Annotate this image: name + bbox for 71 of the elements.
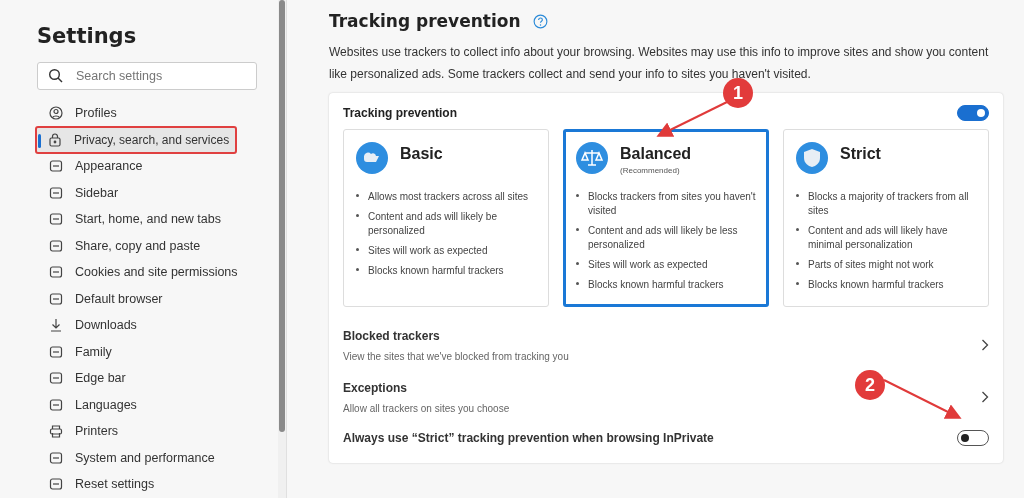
page-title: Tracking prevention bbox=[329, 11, 521, 31]
option-card[interactable]: Basic Allows most trackers across all sites Content and ads will likely be personalized Sites will work as expected Blocks known harmful trackers bbox=[343, 129, 549, 307]
bullet-icon bbox=[796, 228, 799, 231]
option-title: Strict bbox=[840, 144, 881, 164]
bullet-icon bbox=[356, 248, 359, 251]
bullet-icon bbox=[356, 214, 359, 217]
sidebar-item[interactable]: Start, home, and new tabs bbox=[37, 206, 257, 233]
chevron-icon[interactable] bbox=[981, 391, 989, 403]
option-subtitle: (Recommended) bbox=[620, 166, 681, 175]
bullet-text: Parts of sites might not work bbox=[808, 258, 934, 272]
row-title: Always use “Strict” tracking prevention when browsing InPrivate bbox=[343, 431, 714, 445]
bullet-icon bbox=[796, 194, 799, 197]
row-subtitle: View the sites that we've blocked from tracking you bbox=[343, 350, 569, 362]
search-icon bbox=[48, 68, 64, 84]
sidebar-item[interactable]: Reset settings bbox=[37, 471, 257, 498]
toggle-switch[interactable] bbox=[957, 105, 989, 121]
toggle-switch[interactable] bbox=[957, 430, 989, 446]
shield-icon bbox=[796, 142, 828, 174]
sidebar-item[interactable]: Printers bbox=[37, 418, 257, 445]
sidebar-item[interactable]: Share, copy and paste bbox=[37, 232, 257, 259]
bullet-text: Blocks a majority of trackers from all sites bbox=[808, 190, 970, 218]
bullet-icon bbox=[576, 228, 579, 231]
sidebar-item[interactable]: Privacy, search, and services bbox=[36, 126, 236, 153]
bullet-text: Blocks known harmful trackers bbox=[588, 278, 724, 292]
setting-label: Tracking prevention bbox=[343, 106, 458, 120]
printer-icon bbox=[48, 423, 64, 440]
chevron-icon[interactable] bbox=[981, 339, 989, 351]
bullet-icon bbox=[576, 262, 579, 265]
bullet-icon bbox=[796, 282, 799, 285]
bullet-text: Sites will work as expected bbox=[588, 258, 708, 272]
bullet-icon bbox=[576, 282, 579, 285]
annotation-number: 1 bbox=[723, 78, 753, 108]
sidebar-item[interactable]: Profiles bbox=[37, 100, 257, 127]
sidebar-item[interactable]: Languages bbox=[37, 391, 257, 418]
bullet-text: Blocks trackers from sites you haven't visited bbox=[588, 190, 756, 218]
help-icon[interactable] bbox=[532, 13, 548, 29]
bullet-icon bbox=[356, 268, 359, 271]
bullet-text: Content and ads will likely be personalized bbox=[368, 210, 498, 238]
option-title: Basic bbox=[400, 144, 443, 164]
row-subtitle: Allow all trackers on sites you choose bbox=[343, 402, 510, 414]
scrollbar-thumb[interactable] bbox=[279, 0, 285, 432]
sidebar-item[interactable]: Sidebar bbox=[37, 179, 257, 206]
person-icon bbox=[48, 105, 64, 122]
bullet-text: Sites will work as expected bbox=[368, 244, 488, 258]
option-card[interactable]: Strict Blocks a majority of trackers from all sites Content and ads will likely have minimal personalization Parts of sites might not work Blocks known harmful trackers bbox=[783, 129, 989, 307]
bullet-text: Content and ads will likely be less personalized bbox=[588, 224, 739, 252]
sidebar-item[interactable]: Default browser bbox=[37, 285, 257, 312]
bullet-text: Blocks known harmful trackers bbox=[808, 278, 944, 292]
option-card[interactable]: Balanced (Recommended) Blocks trackers from sites you haven't visited Content and ads will likely be less personalized Sites will work as expected Blocks known harmful trackers bbox=[563, 129, 769, 307]
sidebar-item[interactable]: Edge bar bbox=[37, 365, 257, 392]
sidebar-item[interactable]: Downloads bbox=[37, 312, 257, 339]
bullet-text: Allows most trackers across all sites bbox=[368, 190, 529, 204]
option-title: Balanced bbox=[620, 144, 692, 164]
sidebar-item[interactable]: System and performance bbox=[37, 444, 257, 471]
sidebar-item[interactable]: Family bbox=[37, 338, 257, 365]
bullet-icon bbox=[576, 194, 579, 197]
bullet-icon bbox=[356, 194, 359, 197]
sidebar-item[interactable]: Appearance bbox=[37, 153, 257, 180]
annotation-arrow bbox=[656, 101, 728, 137]
search-field[interactable]: Search settings bbox=[37, 62, 257, 90]
row-title: Blocked trackers bbox=[343, 328, 441, 343]
lock-icon bbox=[47, 131, 63, 148]
scale-icon bbox=[576, 142, 608, 174]
bullet-text: Blocks known harmful trackers bbox=[368, 264, 504, 278]
sidebar-item[interactable]: Cookies and site permissions bbox=[37, 259, 257, 286]
row-title: Exceptions bbox=[343, 380, 409, 395]
download-icon bbox=[48, 317, 64, 334]
cloud-icon bbox=[356, 142, 388, 174]
settings-title: Settings bbox=[37, 24, 138, 48]
bullet-text: Content and ads will likely have minimal personalization bbox=[808, 224, 949, 252]
bullet-icon bbox=[796, 262, 799, 265]
